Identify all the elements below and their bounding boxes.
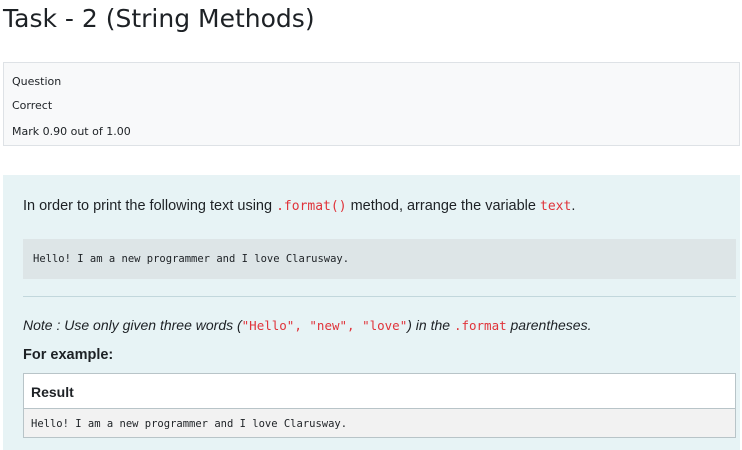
- intro-code-text: text: [540, 199, 572, 214]
- question-status: Correct: [12, 99, 53, 112]
- example-heading: For example:: [23, 347, 114, 363]
- example-result-table: Result Hello! I am a new programmer and …: [23, 373, 736, 438]
- question-label: Question: [12, 75, 62, 88]
- intro-text-middle: method, arrange the variable: [346, 198, 540, 214]
- question-intro: In order to print the following text usi…: [23, 198, 575, 214]
- note-code-format: .format: [453, 318, 507, 333]
- note-text-before: Note : Use only given three words (: [23, 317, 242, 333]
- question-note: Note : Use only given three words ("Hell…: [23, 317, 591, 333]
- note-text-after: parentheses.: [506, 317, 592, 333]
- result-column-header: Result: [24, 374, 735, 409]
- question-mark: Mark 0.90 out of 1.00: [12, 125, 131, 138]
- divider: [23, 296, 736, 297]
- question-info-box: Question Correct Mark 0.90 out of 1.00: [3, 62, 740, 146]
- intro-code-format: .format(): [276, 199, 347, 214]
- sample-output-code-block: Hello! I am a new programmer and I love …: [23, 239, 736, 279]
- result-cell: Hello! I am a new programmer and I love …: [24, 409, 735, 437]
- note-text-middle: ) in the: [407, 317, 454, 333]
- intro-text-before: In order to print the following text usi…: [23, 198, 277, 214]
- question-text-box: In order to print the following text usi…: [3, 175, 740, 450]
- page-title: Task - 2 (String Methods): [3, 4, 315, 33]
- intro-text-after: .: [571, 198, 576, 214]
- note-code-words: "Hello", "new", "love": [241, 318, 408, 333]
